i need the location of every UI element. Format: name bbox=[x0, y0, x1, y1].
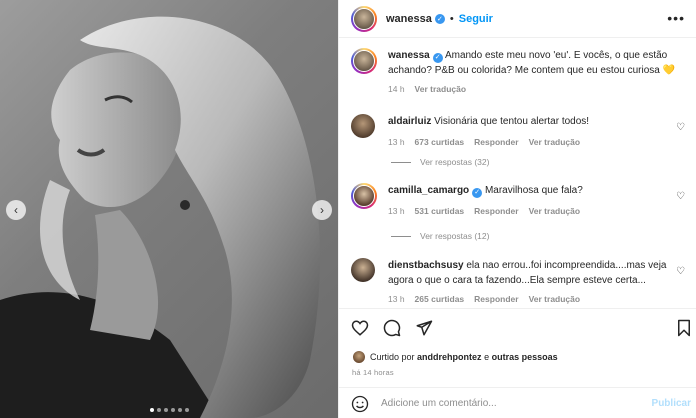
comment-avatar[interactable] bbox=[351, 183, 377, 209]
post-panel: wanessa ✓ • Seguir ••• wanessa ✓ Amando e… bbox=[338, 0, 696, 418]
comments-list: wanessa ✓ Amando este meu novo 'eu'. E vo… bbox=[339, 38, 696, 308]
comment-username[interactable]: aldairluiz bbox=[388, 116, 431, 127]
save-bookmark-icon[interactable] bbox=[675, 319, 693, 337]
comment-username[interactable]: camilla_camargo bbox=[388, 185, 469, 196]
comment-likes[interactable]: 265 curtidas bbox=[415, 292, 465, 307]
verified-icon: ✓ bbox=[434, 13, 445, 24]
comment-item: dienstbachsusy ela nao errou..foi incomp… bbox=[351, 258, 687, 307]
like-heart-icon[interactable] bbox=[351, 319, 369, 337]
author-username[interactable]: wanessa bbox=[386, 13, 432, 25]
carousel-dot[interactable] bbox=[184, 408, 189, 412]
separator-dot: • bbox=[449, 12, 454, 25]
reply-button[interactable]: Responder bbox=[474, 135, 518, 150]
liked-by-connector: e bbox=[484, 352, 490, 362]
view-replies-label: Ver respostas (12) bbox=[420, 231, 490, 241]
verified-icon: ✓ bbox=[472, 187, 483, 198]
comment-likes[interactable]: 673 curtidas bbox=[415, 135, 465, 150]
add-comment-bar: Publicar bbox=[339, 387, 696, 418]
post-timestamp[interactable]: há 14 horas bbox=[352, 368, 394, 377]
action-bar: Curtido por anddrehpontez e outras pesso… bbox=[339, 308, 696, 418]
carousel-dot[interactable] bbox=[177, 408, 182, 412]
caption-time: 14 h bbox=[388, 84, 405, 94]
caption-avatar[interactable] bbox=[351, 48, 377, 74]
caption: wanessa ✓ Amando este meu novo 'eu'. E vo… bbox=[351, 48, 687, 97]
like-comment-icon[interactable]: ♡ bbox=[676, 191, 685, 202]
caption-text: Amando este meu novo 'eu'. E vocês, o qu… bbox=[388, 50, 676, 76]
publish-button[interactable]: Publicar bbox=[652, 398, 691, 409]
view-replies-button[interactable]: Ver respostas (32) bbox=[391, 157, 489, 167]
carousel-dot[interactable] bbox=[163, 408, 168, 412]
translate-link[interactable]: Ver tradução bbox=[529, 292, 581, 307]
like-comment-icon[interactable]: ♡ bbox=[676, 266, 685, 277]
comment-avatar[interactable] bbox=[351, 114, 375, 138]
comment-input[interactable] bbox=[381, 398, 631, 409]
comment-text: Visionária que tentou alertar todos! bbox=[434, 116, 590, 127]
more-options-icon[interactable]: ••• bbox=[667, 11, 685, 25]
reply-button[interactable]: Responder bbox=[474, 292, 518, 307]
comment-time: 13 h bbox=[388, 137, 405, 147]
caption-username[interactable]: wanessa bbox=[388, 50, 430, 61]
post-photo: ‹ › bbox=[0, 0, 338, 418]
like-comment-icon[interactable]: ♡ bbox=[676, 122, 685, 133]
liked-by-prefix: Curtido por bbox=[370, 352, 415, 362]
comment-item: aldairluiz Visionária que tentou alertar… bbox=[351, 114, 687, 150]
share-send-icon[interactable] bbox=[415, 319, 433, 337]
carousel-dot[interactable] bbox=[156, 408, 161, 412]
comment-likes[interactable]: 531 curtidas bbox=[415, 204, 465, 219]
comment-time: 13 h bbox=[388, 206, 405, 216]
liked-by-user[interactable]: anddrehpontez bbox=[417, 352, 482, 362]
comment-time: 13 h bbox=[388, 294, 405, 304]
liked-by-avatar[interactable] bbox=[352, 350, 366, 364]
comment-username[interactable]: dienstbachsusy bbox=[388, 260, 464, 271]
carousel-dot[interactable] bbox=[149, 408, 154, 412]
carousel-prev-button[interactable]: ‹ bbox=[6, 200, 26, 220]
author-avatar[interactable] bbox=[351, 5, 377, 32]
liked-by-others[interactable]: outras pessoas bbox=[492, 352, 558, 362]
translate-link[interactable]: Ver tradução bbox=[529, 204, 581, 219]
comment-text: Maravilhosa que fala? bbox=[484, 185, 583, 196]
carousel-dot[interactable] bbox=[170, 408, 175, 412]
portrait-image bbox=[0, 16, 320, 418]
comment-avatar[interactable] bbox=[351, 258, 375, 282]
carousel-dots bbox=[0, 408, 338, 412]
reply-button[interactable]: Responder bbox=[474, 204, 518, 219]
view-replies-button[interactable]: Ver respostas (12) bbox=[391, 231, 489, 241]
translate-link[interactable]: Ver tradução bbox=[529, 135, 581, 150]
comment-item: camilla_camargo ✓ Maravilhosa que fala? 1… bbox=[351, 183, 687, 219]
follow-button[interactable]: Seguir bbox=[459, 13, 493, 25]
carousel-next-button[interactable]: › bbox=[312, 200, 332, 220]
comment-bubble-icon[interactable] bbox=[383, 319, 401, 337]
liked-by-row: Curtido por anddrehpontez e outras pesso… bbox=[352, 350, 558, 364]
post-header: wanessa ✓ • Seguir ••• bbox=[339, 0, 696, 38]
verified-icon: ✓ bbox=[432, 52, 443, 63]
caption-translate-link[interactable]: Ver tradução bbox=[415, 82, 467, 97]
emoji-icon[interactable] bbox=[351, 395, 369, 413]
view-replies-label: Ver respostas (32) bbox=[420, 157, 490, 167]
